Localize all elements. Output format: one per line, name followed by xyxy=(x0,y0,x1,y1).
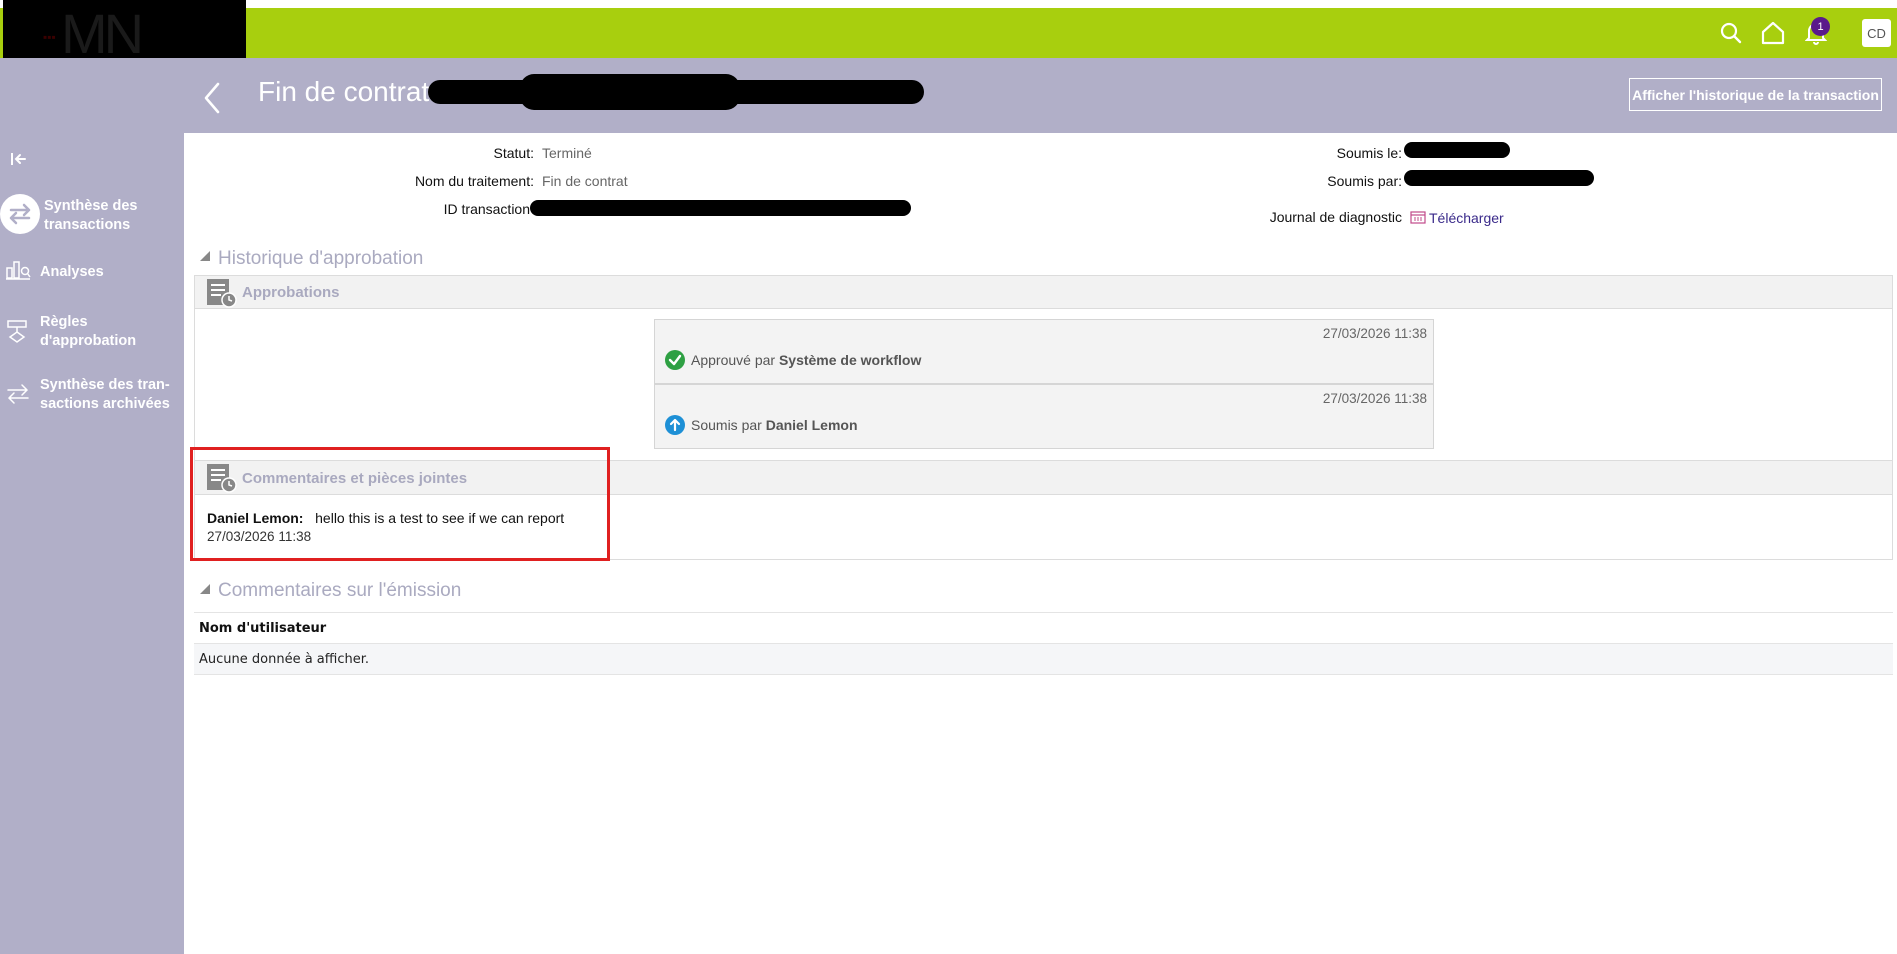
collapse-triangle-icon[interactable] xyxy=(200,584,210,594)
approval-entry: 27/03/2026 11:38 Soumis par Daniel Lemon xyxy=(654,384,1434,449)
redaction xyxy=(530,200,911,216)
label-line-2: sactions archivées xyxy=(40,396,170,412)
approvals-panel-title: Approbations xyxy=(242,284,340,301)
entry-text: Approuvé par Système de workflow xyxy=(691,352,921,368)
download-icon[interactable] xyxy=(1410,209,1426,224)
avatar[interactable]: CD xyxy=(1862,19,1891,47)
page-title: Fin de contrat xyxy=(258,76,430,107)
transaction-id-label: ID transaction xyxy=(443,201,530,217)
sidebar-item-label: Règles d'approbation xyxy=(40,313,136,351)
sidebar-item-approval-rules[interactable]: Règles d'approbation xyxy=(0,313,184,355)
label-line-2: transactions xyxy=(44,217,131,233)
collapse-sidebar-icon[interactable] xyxy=(8,148,30,170)
sidebar-item-label: Synthèse des transactions xyxy=(44,197,138,235)
logo[interactable]: ▪▪▪ MN xyxy=(3,0,246,64)
back-chevron-icon[interactable] xyxy=(200,80,226,116)
status-label: Statut: xyxy=(493,145,534,161)
sidebar-item-archived-transactions[interactable]: Synthèse des tran- sactions archivées xyxy=(0,376,184,418)
approval-history-title[interactable]: Historique d'approbation xyxy=(218,248,423,270)
submitted-on-label: Soumis le: xyxy=(1336,145,1402,161)
archive-transfer-icon xyxy=(5,382,31,408)
rules-icon xyxy=(5,319,31,345)
collapse-triangle-icon[interactable] xyxy=(200,251,210,261)
top-bar xyxy=(0,8,1897,58)
table-header: Nom d'utilisateur xyxy=(194,612,1893,644)
top-strip xyxy=(0,0,1897,8)
sidebar: Synthèse des transactions Analyses Règle… xyxy=(0,58,184,954)
status-value: Terminé xyxy=(542,145,592,161)
diagnostic-log-label: Journal de diagnostic xyxy=(1269,209,1402,225)
entry-prefix: Soumis par xyxy=(691,417,762,433)
notification-badge: 1 xyxy=(1811,17,1830,36)
entry-text: Soumis par Daniel Lemon xyxy=(691,417,858,433)
sidebar-item-analyses[interactable]: Analyses xyxy=(0,258,184,288)
label-line-1: Règles xyxy=(40,314,88,330)
entry-actor: Système de workflow xyxy=(778,352,922,368)
transaction-history-button[interactable]: Afficher l'historique de la transaction xyxy=(1629,78,1882,111)
analytics-icon xyxy=(5,258,31,284)
arrow-up-circle-icon xyxy=(665,415,685,435)
logo-mark: ▪▪▪ xyxy=(43,30,56,44)
download-link[interactable]: Télécharger xyxy=(1429,210,1504,226)
sidebar-item-transactions[interactable]: Synthèse des transactions xyxy=(0,191,184,243)
document-clock-icon xyxy=(205,278,237,308)
redaction xyxy=(520,74,740,110)
emission-comments-title[interactable]: Commentaires sur l'émission xyxy=(218,580,461,602)
submitted-by-label: Soumis par: xyxy=(1327,173,1402,189)
entry-prefix: Approuvé par xyxy=(691,352,776,368)
logo-text: MN xyxy=(61,2,144,64)
approvals-panel-header: Approbations xyxy=(194,275,1893,309)
search-icon[interactable] xyxy=(1718,20,1744,46)
label-line-1: Synthèse des tran- xyxy=(40,377,170,393)
sidebar-item-label: Analyses xyxy=(40,264,104,280)
column-header-username[interactable]: Nom d'utilisateur xyxy=(199,621,326,636)
redaction xyxy=(1404,142,1510,158)
label-line-1: Synthèse des xyxy=(44,198,138,214)
highlight-box xyxy=(190,447,610,561)
check-circle-icon xyxy=(665,350,685,370)
sidebar-item-label: Synthèse des tran- sactions archivées xyxy=(40,376,170,414)
home-icon[interactable] xyxy=(1760,20,1786,46)
approval-entry: 27/03/2026 11:38 Approuvé par Système de… xyxy=(654,319,1434,384)
process-name-value: Fin de contrat xyxy=(542,173,628,189)
entry-actor: Daniel Lemon xyxy=(765,417,858,433)
table-row: Aucune donnée à afficher. xyxy=(194,644,1893,675)
entry-date: 27/03/2026 11:38 xyxy=(1322,391,1427,406)
transfer-icon xyxy=(0,194,40,234)
process-name-label: Nom du traitement: xyxy=(414,173,534,189)
label-line-2: d'approbation xyxy=(40,333,137,349)
empty-message: Aucune donnée à afficher. xyxy=(199,652,370,667)
entry-date: 27/03/2026 11:38 xyxy=(1322,326,1427,341)
redaction xyxy=(1404,170,1594,186)
